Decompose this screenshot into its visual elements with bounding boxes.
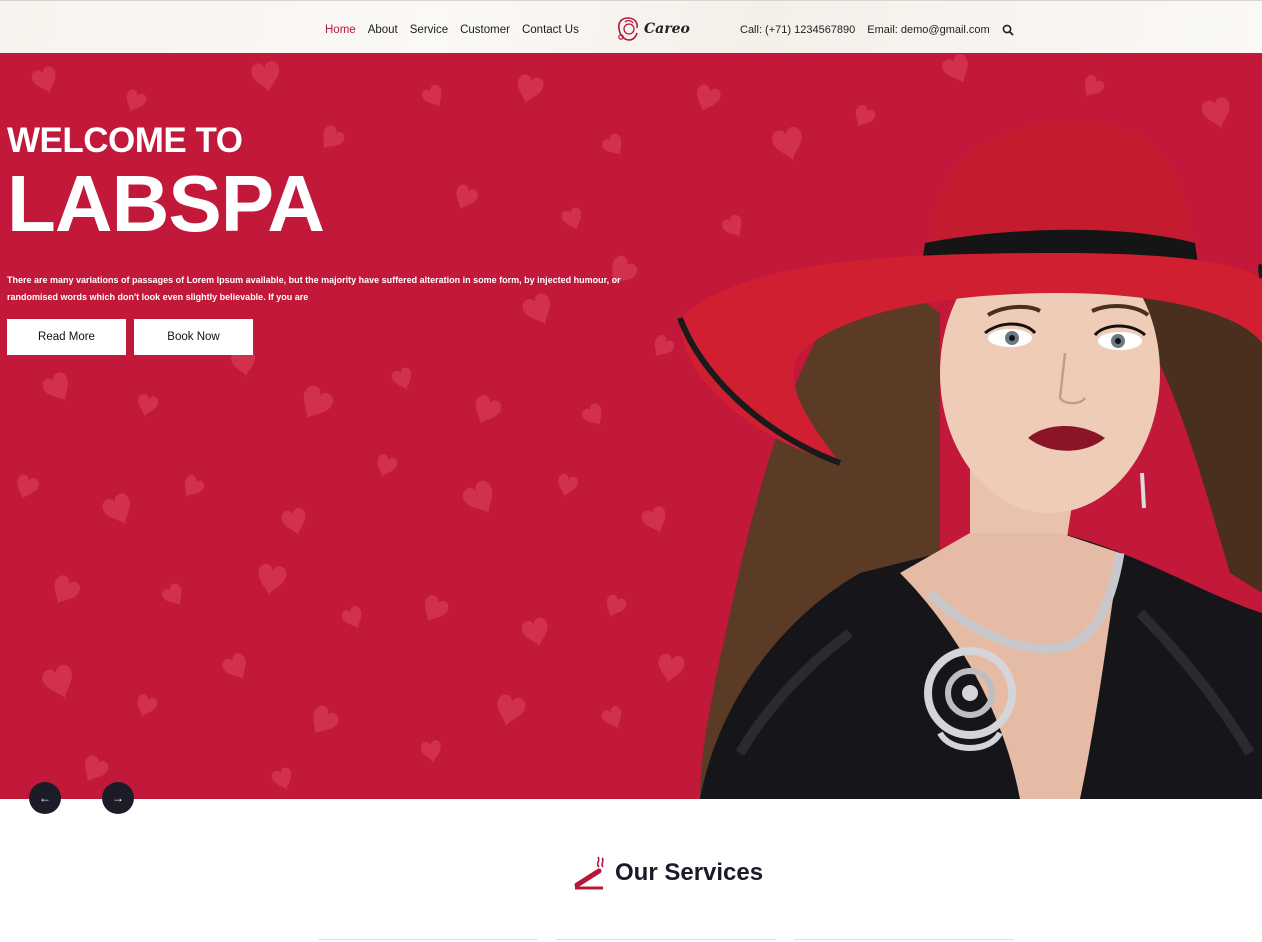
hero-welcome: WELCOME TO (7, 121, 243, 160)
logo-text: Careo (644, 21, 690, 37)
slider-prev-arrow-icon[interactable]: ← (29, 782, 61, 814)
phone-text: Call: (+71) 1234567890 (740, 24, 856, 36)
nav-service[interactable]: Service (410, 23, 448, 37)
nav-contact-us[interactable]: Contact Us (522, 23, 579, 37)
email-text: Email: demo@gmail.com (867, 24, 990, 36)
hero-buttons: Read More Book Now (7, 319, 253, 355)
hero-text-block: WELCOME TO LABSPA There are many variati… (7, 123, 647, 306)
nav-customer[interactable]: Customer (460, 23, 510, 37)
hero-brand-title: LABSPA (7, 159, 325, 248)
book-now-button[interactable]: Book Now (134, 319, 253, 355)
search-icon[interactable] (1002, 24, 1014, 36)
hero-description: There are many variations of passages of… (7, 275, 621, 302)
services-title: Our Services (615, 859, 764, 886)
read-more-button[interactable]: Read More (7, 319, 126, 355)
nav-about[interactable]: About (368, 23, 398, 37)
services-heading: Our Services (573, 855, 763, 891)
main-nav: Home About Service Customer Contact Us (325, 23, 591, 37)
hero-slider: WELCOME TO LABSPA There are many variati… (0, 53, 1262, 799)
contact-info: Call: (+71) 1234567890 Email: demo@gmail… (740, 23, 1014, 37)
nav-home[interactable]: Home (325, 23, 356, 37)
slider-next-arrow-icon[interactable]: → (102, 782, 134, 814)
incense-icon (574, 856, 604, 890)
site-header: Home About Service Customer Contact Us C… (0, 0, 1262, 53)
hero-model-image (677, 120, 1262, 799)
logo-face-icon (618, 17, 638, 41)
site-logo[interactable]: Careo (616, 16, 690, 42)
